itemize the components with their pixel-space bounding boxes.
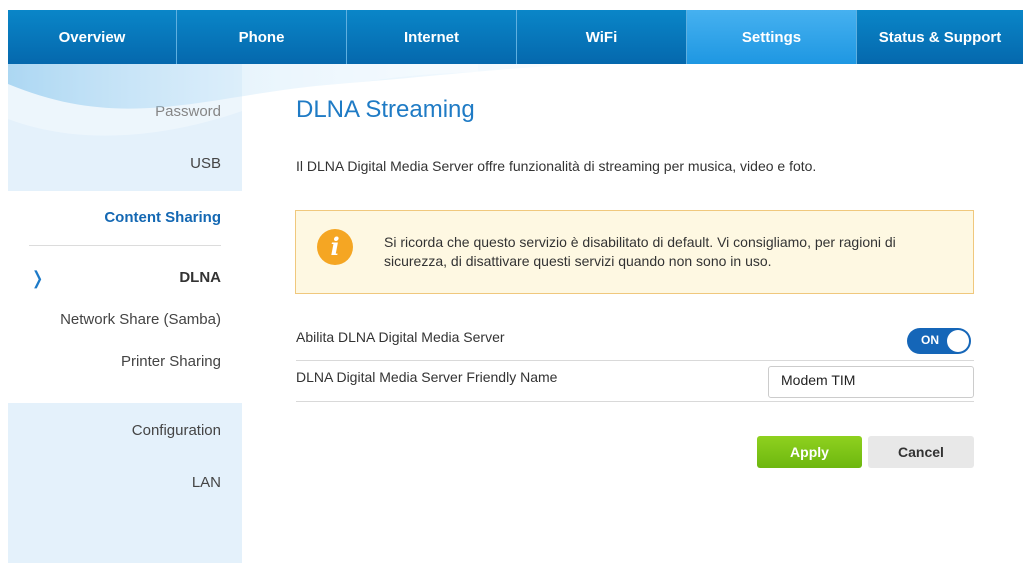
tab-internet[interactable]: Internet — [347, 10, 517, 64]
info-icon: i — [317, 229, 353, 265]
chevron-right-icon: ❭ — [30, 268, 46, 288]
tab-status-support[interactable]: Status & Support — [857, 10, 1023, 64]
tab-settings[interactable]: Settings — [687, 10, 857, 64]
tab-wifi[interactable]: WiFi — [517, 10, 687, 64]
info-notice: i Si ricorda che questo servizio è disab… — [295, 210, 974, 294]
sidebar-item-password[interactable]: Password — [155, 103, 221, 120]
sidebar-item-configuration[interactable]: Configuration — [132, 422, 221, 439]
tab-phone[interactable]: Phone — [177, 10, 347, 64]
page-title: DLNA Streaming — [296, 96, 475, 123]
notice-text: Si ricorda che questo servizio è disabil… — [384, 234, 896, 269]
friendly-name-input[interactable]: Modem TIM — [768, 366, 974, 398]
page-description: Il DLNA Digital Media Server offre funzi… — [296, 158, 817, 174]
main-nav: Overview Phone Internet WiFi Settings St… — [8, 10, 1023, 64]
toggle-knob — [947, 330, 969, 352]
friendly-name-row: DLNA Digital Media Server Friendly Name … — [296, 361, 974, 402]
enable-dlna-toggle[interactable]: ON — [907, 328, 971, 354]
tab-overview[interactable]: Overview — [8, 10, 177, 64]
sidebar-item-lan[interactable]: LAN — [192, 474, 221, 491]
enable-dlna-row: Abilita DLNA Digital Media Server ON — [296, 320, 974, 361]
enable-dlna-label: Abilita DLNA Digital Media Server — [296, 329, 505, 345]
sidebar-item-samba[interactable]: Network Share (Samba) — [60, 311, 221, 328]
sidebar-item-dlna[interactable]: DLNA — [179, 269, 221, 286]
sidebar-section-content-sharing[interactable]: Content Sharing — [104, 209, 221, 226]
toggle-state-label: ON — [921, 333, 939, 347]
friendly-name-label: DLNA Digital Media Server Friendly Name — [296, 369, 558, 385]
sidebar-item-printer-sharing[interactable]: Printer Sharing — [121, 353, 221, 370]
cancel-button[interactable]: Cancel — [868, 436, 974, 468]
sidebar: Password USB Content Sharing ❭ DLNA Netw… — [8, 64, 242, 563]
sidebar-item-usb[interactable]: USB — [190, 155, 221, 172]
sidebar-divider — [29, 245, 221, 246]
apply-button[interactable]: Apply — [757, 436, 862, 468]
